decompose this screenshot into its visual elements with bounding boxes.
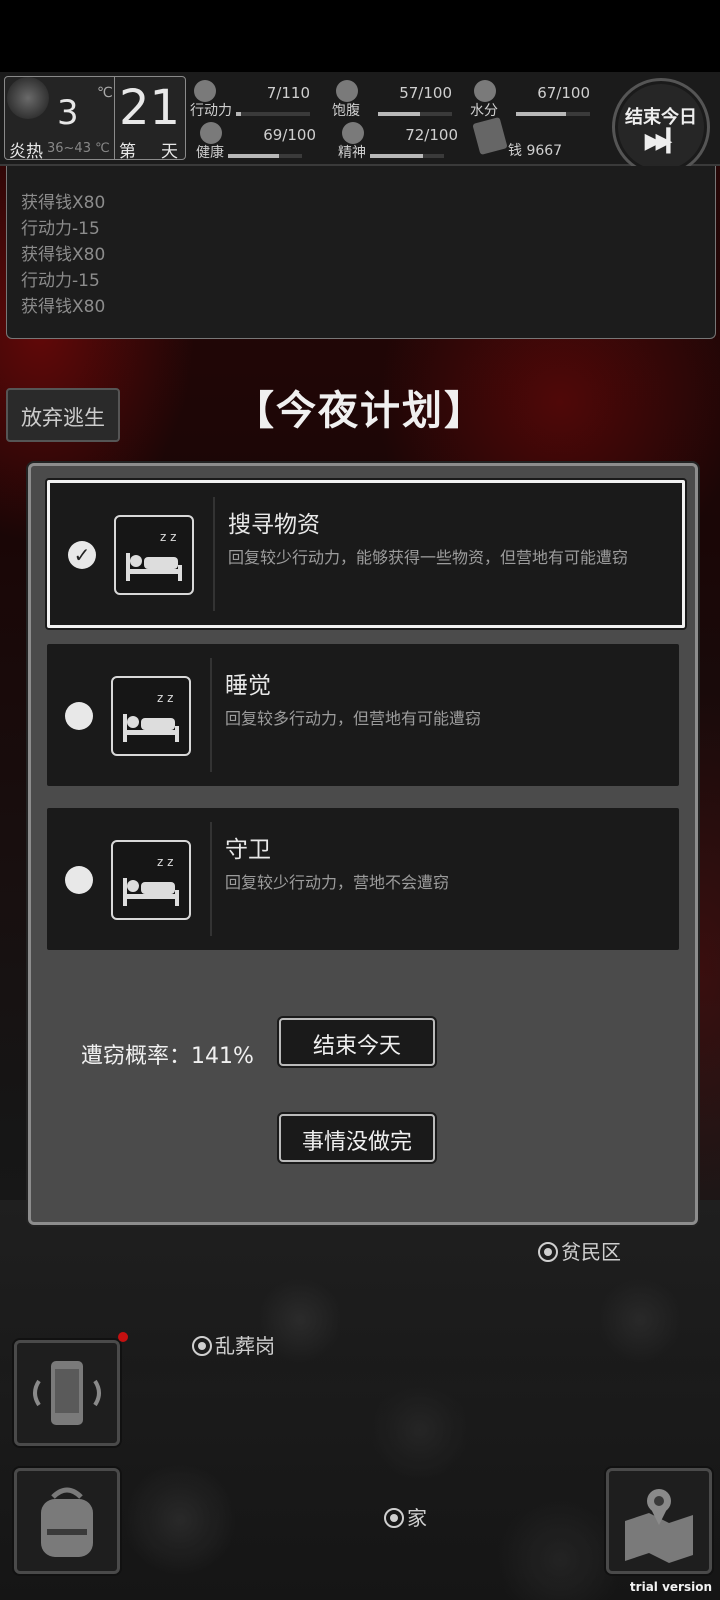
log-line: 获得钱X80 — [21, 245, 106, 265]
stat-bar — [236, 112, 310, 116]
fast-forward-icon: ▶▶▎ — [644, 129, 684, 154]
stat-bar — [378, 112, 452, 116]
log-line: 行动力-15 — [21, 271, 100, 291]
sleeping-bed-icon: z z — [114, 515, 194, 595]
svg-text:z z: z z — [157, 691, 173, 705]
temperature-range: 36~43 ℃ — [47, 141, 110, 156]
location-pin-icon — [538, 1242, 558, 1262]
option-title: 睡觉 — [225, 673, 271, 699]
option-divider — [210, 822, 212, 936]
stat-label: 精神 — [338, 145, 366, 161]
end-today-label: 结束今天 — [312, 1034, 401, 1059]
plan-title: 【今夜计划】 — [234, 388, 486, 434]
backpack-button[interactable] — [14, 1468, 120, 1574]
stat-label: 饱腹 — [332, 103, 360, 119]
option-description: 回复较少行动力，营地不会遭窃 — [225, 873, 450, 892]
end-today-button[interactable]: 结束今天 — [279, 1018, 435, 1066]
cash-icon — [472, 116, 508, 156]
day-number: 21 — [119, 80, 181, 136]
map-location-home[interactable]: 家 — [384, 1502, 427, 1531]
stat-stamina: 7/110 行动力 — [190, 78, 310, 119]
checkmark-icon: ✓ — [73, 543, 91, 567]
notification-dot — [118, 1332, 128, 1342]
brain-icon — [342, 122, 364, 144]
map-location-graveyard[interactable]: 乱葬岗 — [192, 1330, 275, 1359]
sleeping-bed-icon: z z — [111, 676, 191, 756]
log-line: 获得钱X80 — [21, 297, 106, 317]
vibrating-phone-icon — [33, 1361, 101, 1425]
location-label: 贫民区 — [561, 1240, 621, 1264]
night-plan-panel: ✓ z z 搜寻物资 回复较少行动力，能够获得一些物资，但营地有可能遭窃 z z — [28, 463, 698, 1225]
stat-value: 57/100 — [399, 84, 452, 102]
money-label: 钱 9667 — [508, 143, 563, 159]
stat-label: 水分 — [470, 103, 498, 119]
log-line: 获得钱X80 — [21, 193, 106, 213]
stat-bar-fill — [236, 112, 241, 116]
radio-checked[interactable]: ✓ — [68, 541, 96, 569]
stat-label: 健康 — [196, 145, 224, 161]
stomach-icon — [336, 80, 358, 102]
radio-unchecked[interactable] — [65, 866, 93, 894]
end-day-button[interactable]: 结束今日 ▶▶▎ — [612, 78, 710, 176]
stat-health: 69/100 健康 — [196, 120, 316, 161]
stat-bar — [516, 112, 590, 116]
option-divider — [210, 658, 212, 772]
sun-icon — [7, 77, 49, 119]
theft-rate: 遭窃概率：141% — [81, 1044, 254, 1069]
weather-panel: 3 ℃ 炎热 36~43 ℃ — [4, 76, 116, 162]
backpack-icon — [41, 1487, 93, 1557]
stat-bar-fill — [378, 112, 421, 116]
day-counter: 21 第 天 — [114, 76, 186, 162]
option-divider — [213, 497, 215, 611]
phone-button[interactable] — [14, 1340, 120, 1446]
water-drop-icon — [474, 80, 496, 102]
option-search-supplies[interactable]: ✓ z z 搜寻物资 回复较少行动力，能够获得一些物资，但营地有可能遭窃 — [47, 480, 685, 628]
temperature-unit: ℃ — [97, 85, 113, 101]
svg-text:z z: z z — [160, 530, 176, 544]
stat-bar-fill — [370, 154, 424, 158]
map-button[interactable] — [606, 1468, 712, 1574]
location-pin-icon — [384, 1508, 404, 1528]
location-label: 乱葬岗 — [215, 1334, 275, 1358]
option-title: 守卫 — [225, 837, 271, 863]
medkit-icon — [200, 122, 222, 144]
option-title: 搜寻物资 — [228, 512, 320, 538]
day-suffix: 天 — [161, 142, 178, 162]
stat-label: 行动力 — [190, 103, 232, 119]
event-log[interactable]: 获得钱X80 行动力-15 获得钱X80 行动力-15 获得钱X80 — [6, 166, 716, 339]
log-line: 行动力-15 — [21, 219, 100, 239]
temperature: 3 — [57, 93, 79, 133]
stat-value: 67/100 — [537, 84, 590, 102]
stat-bar-fill — [516, 112, 566, 116]
stat-satiety: 57/100 饱腹 — [332, 78, 452, 119]
stat-value: 69/100 — [263, 126, 316, 144]
location-label: 家 — [407, 1506, 427, 1530]
end-day-label: 结束今日 — [625, 107, 697, 128]
sleeping-bed-icon: z z — [111, 840, 191, 920]
radio-unchecked[interactable] — [65, 702, 93, 730]
svg-text:z z: z z — [157, 855, 173, 869]
location-pin-icon — [192, 1336, 212, 1356]
unfinished-label: 事情没做完 — [301, 1130, 412, 1155]
trial-watermark: trial version — [629, 1580, 712, 1594]
top-black-bar — [0, 0, 720, 72]
option-sleep[interactable]: z z 睡觉 回复较多行动力，但营地有可能遭窃 — [47, 644, 679, 786]
unfinished-button[interactable]: 事情没做完 — [279, 1114, 435, 1162]
money-display: 钱 9667 — [472, 116, 594, 160]
map-icon — [625, 1489, 693, 1563]
stat-value: 72/100 — [405, 126, 458, 144]
footprints-icon — [194, 80, 216, 102]
stat-bar — [228, 154, 302, 158]
stat-bar — [370, 154, 444, 158]
stat-bar-fill — [228, 154, 280, 158]
weather-label: 炎热 — [9, 142, 43, 162]
option-guard[interactable]: z z 守卫 回复较少行动力，营地不会遭窃 — [47, 808, 679, 950]
day-prefix: 第 — [119, 142, 136, 162]
option-description: 回复较多行动力，但营地有可能遭窃 — [225, 709, 482, 728]
stat-value: 7/110 — [266, 84, 310, 102]
stat-water: 67/100 水分 — [470, 78, 590, 119]
option-description: 回复较少行动力，能够获得一些物资，但营地有可能遭窃 — [228, 548, 629, 567]
stat-mind: 72/100 精神 — [338, 120, 458, 161]
map-location-slum[interactable]: 贫民区 — [538, 1236, 621, 1265]
